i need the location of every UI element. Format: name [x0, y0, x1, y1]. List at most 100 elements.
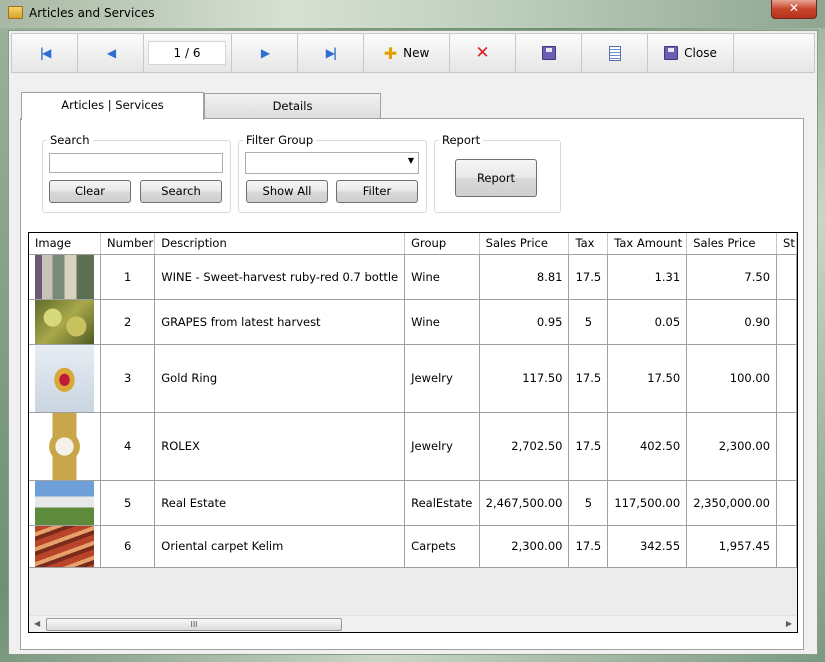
number-cell: 1	[100, 254, 156, 300]
number-cell: 2	[100, 299, 156, 345]
column-header-sales-price[interactable]: Sales Price	[479, 233, 570, 255]
document-button[interactable]	[582, 34, 648, 72]
tax-amount-cell: 17.50	[607, 344, 688, 413]
tax-cell: 5	[568, 299, 609, 345]
save-disk-icon	[541, 46, 556, 60]
tax-cell: 17.5	[568, 254, 609, 300]
tax-cell: 17.5	[568, 344, 609, 413]
horizontal-scrollbar[interactable]: ◀ III ▶	[29, 615, 797, 632]
grapes-photo	[35, 299, 94, 343]
net-price-cell: 2,300.00	[686, 412, 778, 481]
description-cell: Oriental carpet Kelim	[154, 525, 406, 568]
column-header-net-sales-price[interactable]: Sales Price	[686, 233, 778, 255]
new-label: New	[403, 46, 430, 60]
column-header-number[interactable]: Number	[100, 233, 156, 255]
filter-button[interactable]: Filter	[336, 180, 418, 203]
column-header-tax-amount[interactable]: Tax Amount	[607, 233, 688, 255]
scroll-right-icon[interactable]: ▶	[786, 619, 792, 628]
table-row[interactable]: 4 ROLEX Jewelry 2,702.50 17.5 402.50 2,3…	[29, 412, 797, 481]
image-cell	[29, 525, 101, 568]
table-row[interactable]: 5 Real Estate RealEstate 2,467,500.00 5 …	[29, 480, 797, 526]
column-header-tax[interactable]: Tax	[568, 233, 609, 255]
articles-grid: Image Number Description Group Sales Pri…	[28, 232, 798, 633]
save-button[interactable]	[516, 34, 582, 72]
house-photo	[35, 480, 94, 524]
table-row[interactable]: 3 Gold Ring Jewelry 117.50 17.5 17.50 10…	[29, 344, 797, 413]
stock-cell	[776, 299, 797, 345]
group-cell: RealEstate	[404, 480, 480, 526]
tax-amount-cell: 0.05	[607, 299, 688, 345]
delete-x-icon: ✕	[475, 43, 490, 63]
close-button[interactable]: Close	[648, 34, 734, 72]
net-price-cell: 7.50	[686, 254, 778, 300]
first-record-icon: |◀	[39, 46, 52, 60]
last-record-icon: ▶|	[325, 46, 338, 60]
description-cell: Gold Ring	[154, 344, 406, 413]
window-close-button[interactable]: ✕	[771, 0, 817, 19]
stock-cell	[776, 412, 797, 481]
tax-cell: 5	[568, 480, 609, 526]
clear-button[interactable]: Clear	[49, 180, 131, 203]
next-record-button[interactable]: ▶	[232, 34, 298, 72]
sales-price-cell: 117.50	[479, 344, 570, 413]
next-record-icon: ▶	[260, 46, 270, 60]
new-button[interactable]: ✚ New	[364, 34, 450, 72]
number-cell: 6	[100, 525, 156, 568]
scroll-left-icon[interactable]: ◀	[34, 619, 40, 628]
search-button[interactable]: Search	[140, 180, 222, 203]
tab-articles-services[interactable]: Articles | Services	[21, 92, 204, 120]
description-cell: GRAPES from latest harvest	[154, 299, 406, 345]
column-header-group[interactable]: Group	[404, 233, 480, 255]
show-all-button[interactable]: Show All	[246, 180, 328, 203]
table-row[interactable]: 1 WINE - Sweet-harvest ruby-red 0.7 bott…	[29, 254, 797, 300]
table-row[interactable]: 6 Oriental carpet Kelim Carpets 2,300.00…	[29, 525, 797, 568]
report-button[interactable]: Report	[455, 159, 537, 197]
image-cell	[29, 299, 101, 345]
number-cell: 4	[100, 412, 156, 481]
column-header-image[interactable]: Image	[29, 233, 101, 255]
filter-group-select[interactable]: ▼	[245, 152, 419, 174]
group-cell: Carpets	[404, 525, 480, 568]
stock-cell	[776, 525, 797, 568]
window-title: Articles and Services	[29, 6, 155, 20]
search-group-label: Search	[47, 133, 93, 147]
folder-icon	[8, 6, 23, 19]
sales-price-cell: 8.81	[479, 254, 570, 300]
description-cell: Real Estate	[154, 480, 406, 526]
image-cell	[29, 480, 101, 526]
previous-record-icon: ◀	[106, 46, 116, 60]
last-record-button[interactable]: ▶|	[298, 34, 364, 72]
tab-details[interactable]: Details	[204, 93, 381, 119]
column-header-description[interactable]: Description	[154, 233, 406, 255]
gold-ring-photo	[35, 344, 94, 411]
document-icon	[608, 45, 621, 61]
plus-icon: ✚	[383, 43, 398, 63]
first-record-button[interactable]: |◀	[12, 34, 78, 72]
column-header-stock-partial[interactable]: St	[776, 233, 797, 255]
scrollbar-thumb[interactable]: III	[46, 618, 342, 631]
delete-button[interactable]: ✕	[450, 34, 516, 72]
image-cell	[29, 412, 101, 481]
image-cell	[29, 254, 101, 300]
image-cell	[29, 344, 101, 413]
stock-cell	[776, 344, 797, 413]
search-input[interactable]	[49, 153, 223, 173]
description-cell: WINE - Sweet-harvest ruby-red 0.7 bottle	[154, 254, 406, 300]
group-cell: Jewelry	[404, 344, 480, 413]
wine-shelf-photo	[35, 254, 94, 298]
table-row[interactable]: 2 GRAPES from latest harvest Wine 0.95 5…	[29, 299, 797, 345]
tax-amount-cell: 117,500.00	[607, 480, 688, 526]
tax-cell: 17.5	[568, 412, 609, 481]
filter-group-label: Filter Group	[243, 133, 317, 147]
sales-price-cell: 2,702.50	[479, 412, 570, 481]
net-price-cell: 2,350,000.00	[686, 480, 778, 526]
number-cell: 5	[100, 480, 156, 526]
window-client-area: |◀ ◀ 1 / 6 ▶ ▶| ✚ New ✕ Close Articles |…	[8, 30, 818, 655]
tax-amount-cell: 342.55	[607, 525, 688, 568]
record-counter[interactable]: 1 / 6	[148, 41, 226, 65]
previous-record-button[interactable]: ◀	[78, 34, 144, 72]
tax-amount-cell: 1.31	[607, 254, 688, 300]
carpet-photo	[35, 525, 94, 566]
report-group-label: Report	[439, 133, 484, 147]
net-price-cell: 100.00	[686, 344, 778, 413]
